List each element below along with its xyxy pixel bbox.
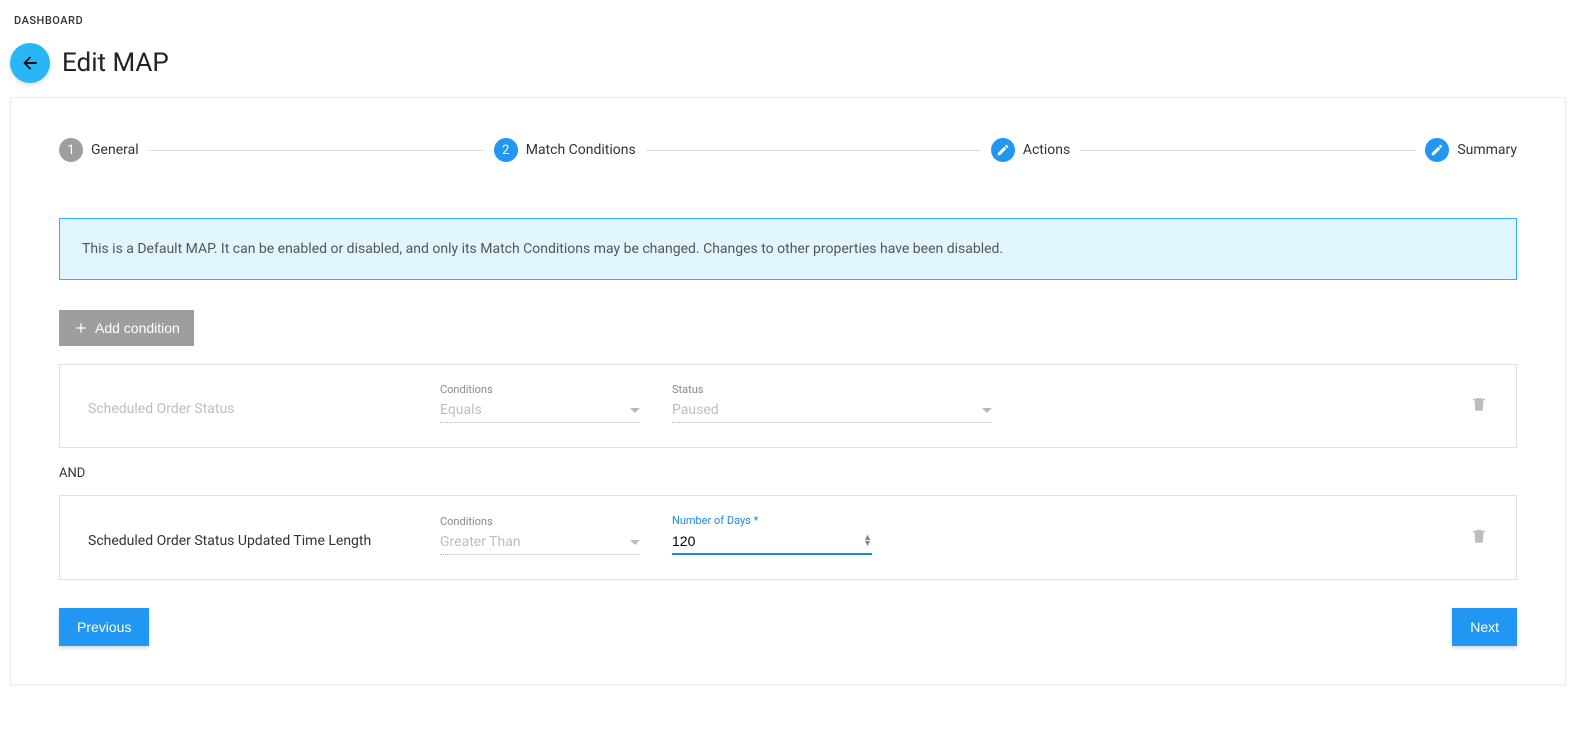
- trash-icon: [1470, 395, 1488, 413]
- field-label: Conditions: [440, 383, 640, 396]
- field-label: Number of Days *: [672, 514, 872, 527]
- previous-button[interactable]: Previous: [59, 608, 149, 646]
- condition-name: Scheduled Order Status Updated Time Leng…: [88, 533, 408, 555]
- delete-condition-button[interactable]: [1470, 395, 1488, 417]
- delete-condition-button[interactable]: [1470, 527, 1488, 549]
- condition-row: Scheduled Order Status Conditions Equals…: [59, 364, 1517, 448]
- chevron-down-icon: [982, 408, 992, 413]
- trash-icon: [1470, 527, 1488, 545]
- chevron-down-icon: [630, 408, 640, 413]
- field-label: Conditions: [440, 515, 640, 528]
- step-actions[interactable]: Actions: [991, 138, 1070, 162]
- chevron-down-icon: [630, 540, 640, 545]
- status-select[interactable]: Status Paused: [672, 383, 992, 423]
- stepper: 1 General 2 Match Conditions Actions Su: [59, 138, 1517, 162]
- select-value: Equals: [440, 402, 482, 418]
- step-label: Summary: [1457, 142, 1517, 158]
- step-number-icon: 2: [494, 138, 518, 162]
- step-label: Match Conditions: [526, 142, 636, 158]
- step-connector: [149, 150, 484, 151]
- field-label: Status: [672, 383, 992, 396]
- step-general[interactable]: 1 General: [59, 138, 139, 162]
- next-button[interactable]: Next: [1452, 608, 1517, 646]
- add-condition-button[interactable]: Add condition: [59, 310, 194, 346]
- add-condition-label: Add condition: [95, 320, 180, 336]
- page-title: Edit MAP: [62, 48, 169, 78]
- wizard-card: 1 General 2 Match Conditions Actions Su: [10, 97, 1566, 685]
- condition-join-label: AND: [59, 466, 1517, 481]
- number-of-days-input[interactable]: [672, 533, 863, 549]
- arrow-left-icon: [20, 53, 40, 73]
- step-match-conditions[interactable]: 2 Match Conditions: [494, 138, 636, 162]
- step-number-icon: 1: [59, 138, 83, 162]
- step-connector: [646, 150, 981, 151]
- step-label: General: [91, 142, 139, 158]
- step-summary[interactable]: Summary: [1425, 138, 1517, 162]
- wizard-footer: Previous Next: [59, 608, 1517, 646]
- conditions-select[interactable]: Conditions Equals: [440, 383, 640, 423]
- condition-name: Scheduled Order Status: [88, 401, 408, 423]
- number-stepper-icon[interactable]: ▲▼: [863, 535, 872, 547]
- step-label: Actions: [1023, 142, 1070, 158]
- select-value: Greater Than: [440, 534, 521, 550]
- back-button[interactable]: [10, 43, 50, 83]
- title-row: Edit MAP: [10, 37, 1566, 97]
- number-of-days-field[interactable]: Number of Days * ▲▼: [672, 514, 872, 555]
- edit-icon: [991, 138, 1015, 162]
- info-banner: This is a Default MAP. It can be enabled…: [59, 218, 1517, 280]
- conditions-select[interactable]: Conditions Greater Than: [440, 515, 640, 555]
- plus-icon: [73, 320, 89, 336]
- edit-icon: [1425, 138, 1449, 162]
- step-connector: [1080, 150, 1415, 151]
- breadcrumb[interactable]: DASHBOARD: [10, 10, 1566, 37]
- select-value: Paused: [672, 402, 719, 418]
- condition-row: Scheduled Order Status Updated Time Leng…: [59, 495, 1517, 580]
